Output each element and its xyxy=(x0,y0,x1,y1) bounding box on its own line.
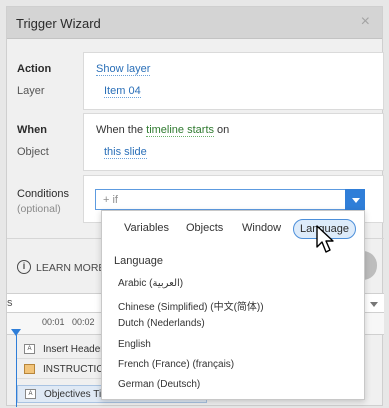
action-label: Action xyxy=(17,63,52,75)
when-sentence: When the timeline starts on xyxy=(96,124,230,137)
language-item[interactable]: French (France) (français) xyxy=(118,359,234,370)
ruler-tick: 00:02 xyxy=(72,317,95,327)
chevron-down-icon[interactable] xyxy=(370,302,378,307)
chevron-down-icon[interactable] xyxy=(345,189,365,210)
text-layer-icon: A xyxy=(24,344,35,354)
conditions-optional: (optional) xyxy=(17,203,61,215)
layer-label: Layer xyxy=(17,85,45,97)
action-value[interactable]: Show layer xyxy=(96,63,151,76)
language-item[interactable]: German (Deutsch) xyxy=(118,379,200,390)
layer-value[interactable]: Item 04 xyxy=(104,85,141,98)
close-icon[interactable]: × xyxy=(361,14,370,30)
conditions-input[interactable]: + if xyxy=(95,189,345,210)
image-layer-icon xyxy=(24,364,35,374)
object-value[interactable]: this slide xyxy=(104,146,147,159)
layer-name: Insert Header xyxy=(43,344,104,355)
layer-name: INSTRUCTIO xyxy=(43,364,105,375)
object-value-link[interactable]: this slide xyxy=(104,146,147,159)
event-link[interactable]: timeline starts xyxy=(146,124,214,137)
mouse-pointer-icon xyxy=(316,225,334,253)
timeline-scroll-label: s xyxy=(7,297,13,309)
dialog-title: Trigger Wizard xyxy=(16,16,101,31)
language-item[interactable]: Dutch (Nederlands) xyxy=(118,318,205,329)
action-panel: Show layer Item 04 xyxy=(83,52,384,110)
ruler-tick: 00:01 xyxy=(42,317,65,327)
trigger-wizard-dialog: Trigger Wizard × Action Layer Show layer… xyxy=(6,6,384,407)
tab-variables[interactable]: Variables xyxy=(118,219,175,237)
popup-section-header: Language xyxy=(114,255,163,267)
layer-value-link[interactable]: Item 04 xyxy=(104,85,141,98)
tab-window[interactable]: Window xyxy=(236,219,287,237)
language-item[interactable]: English xyxy=(118,339,151,350)
when-label: When xyxy=(17,124,47,136)
language-item[interactable]: Chinese (Simplified) (中文(简体)) xyxy=(118,298,264,313)
title-bar: Trigger Wizard × xyxy=(7,7,382,39)
info-icon: i xyxy=(17,260,31,274)
when-prefix: When the xyxy=(96,124,147,136)
tab-objects[interactable]: Objects xyxy=(180,219,229,237)
learn-more-link[interactable]: LEARN MORE xyxy=(36,262,105,274)
object-label: Object xyxy=(17,146,49,158)
language-item[interactable]: Arabic (العربية) xyxy=(118,278,183,289)
text-layer-icon: A xyxy=(25,389,36,399)
when-panel: When the timeline starts on this slide xyxy=(83,113,384,171)
conditions-label: Conditions xyxy=(17,188,69,200)
action-value-link[interactable]: Show layer xyxy=(96,63,151,76)
when-suffix: on xyxy=(214,124,230,136)
